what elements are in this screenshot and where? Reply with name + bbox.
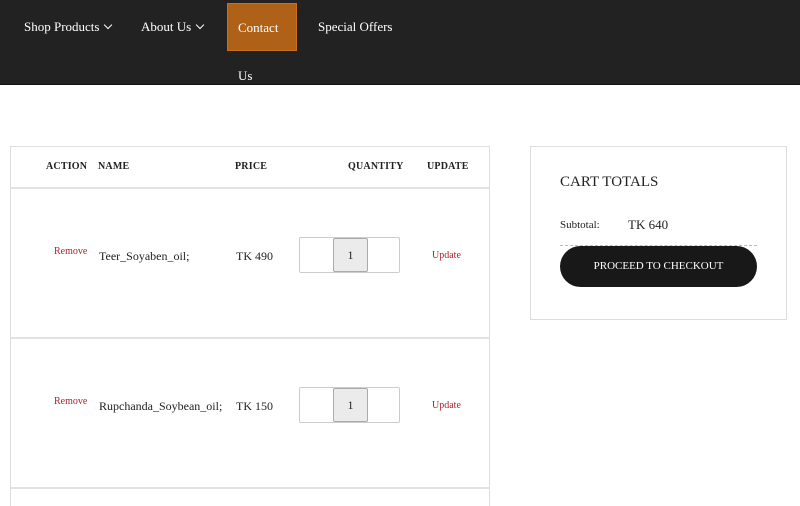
remove-link[interactable]: Remove — [54, 246, 87, 257]
nav-special-offers[interactable]: Special Offers — [308, 3, 402, 51]
subtotal-label: Subtotal: — [560, 219, 600, 231]
product-price: TK 490 — [236, 249, 273, 263]
nav-about-us[interactable]: About Us — [131, 3, 213, 51]
quantity-stepper[interactable]: 1 — [299, 387, 400, 423]
product-name: Teer_Soyaben_oil; — [99, 249, 190, 263]
quantity-stepper[interactable]: 1 — [299, 237, 400, 273]
chevron-down-icon — [104, 20, 113, 30]
divider — [11, 487, 489, 489]
remove-link[interactable]: Remove — [54, 396, 87, 407]
nav-label: About Us — [141, 19, 192, 34]
product-name: Rupchanda_Soybean_oil; — [99, 399, 223, 413]
header-price: PRICE — [235, 161, 268, 172]
quantity-input[interactable]: 1 — [333, 388, 368, 422]
table-row: Remove Rupchanda_Soybean_oil; TK 150 1 U… — [11, 339, 489, 489]
cart-totals-title: CART TOTALS — [560, 174, 659, 190]
nav-shop-products[interactable]: Shop Products — [14, 3, 121, 51]
chevron-down-icon — [195, 20, 205, 30]
proceed-to-checkout-button[interactable]: PROCEED TO CHECKOUT — [560, 246, 757, 287]
header-name: NAME — [98, 161, 130, 172]
nav-contact-us[interactable]: Contact Us — [227, 3, 297, 83]
cart-table: ACTION NAME PRICE QUANTITY UPDATE Remove… — [10, 146, 490, 506]
header-action: ACTION — [46, 161, 88, 172]
cart-totals-panel: CART TOTALS Subtotal: TK 640 PROCEED TO … — [530, 146, 787, 320]
header-update: UPDATE — [427, 161, 469, 172]
update-link[interactable]: Update — [432, 250, 461, 261]
product-price: TK 150 — [236, 399, 273, 413]
top-nav: Shop Products About Us Contact Us Specia… — [0, 0, 800, 85]
update-link[interactable]: Update — [432, 400, 461, 411]
header-quantity: QUANTITY — [348, 161, 404, 172]
nav-label: Contact Us — [238, 20, 279, 83]
nav-label: Shop Products — [24, 19, 100, 34]
quantity-input[interactable]: 1 — [333, 238, 368, 272]
table-row: Remove Teer_Soyaben_oil; TK 490 1 Update — [11, 189, 489, 339]
nav-label: Special Offers — [318, 19, 393, 34]
subtotal-value: TK 640 — [628, 217, 669, 232]
